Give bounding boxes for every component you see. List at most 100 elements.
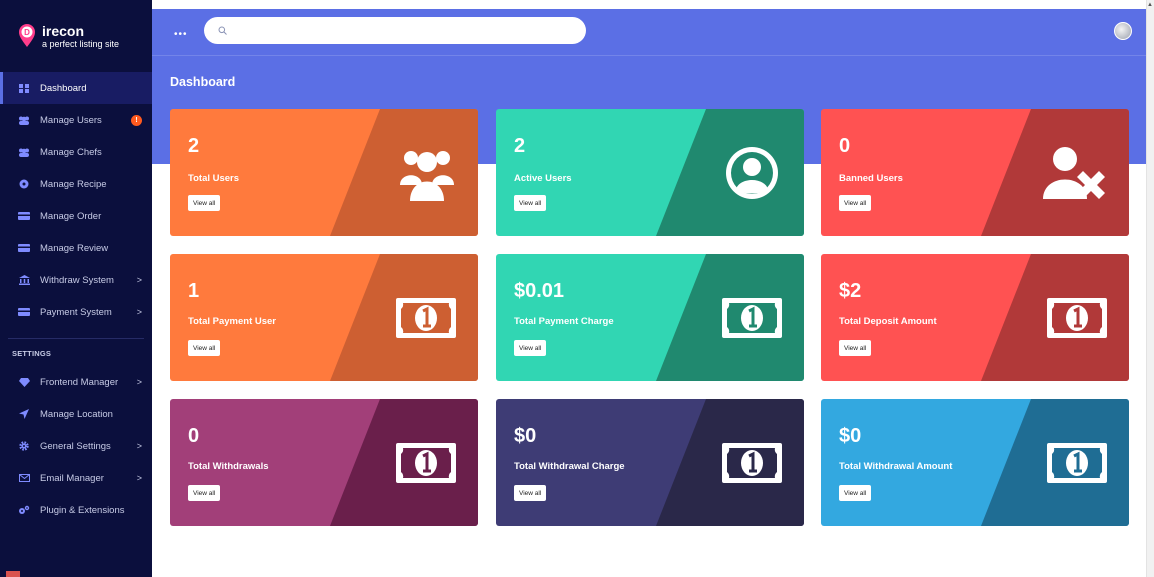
gear-icon [18,441,30,451]
card-label: Total Withdrawal Charge [514,461,625,472]
user-ban-icon [1043,145,1107,206]
card-icon [18,243,30,253]
card-value: 0 [839,135,851,157]
topbar: ••• [152,9,1146,56]
corner-tag [6,571,20,577]
stat-card-total-withdrawals: 0 Total Withdrawals View all [170,399,478,526]
brand-name: irecon [42,22,85,39]
money-bill-icon [1047,297,1107,343]
chevron-right-icon: > [136,441,142,451]
sidebar-item-label: Manage Chefs [40,146,102,158]
card-label: Total Withdrawal Amount [839,461,953,472]
users-group-icon [398,145,456,208]
stat-card-total-payment-charge: $0.01 Total Payment Charge View all [496,254,804,381]
card-value: 1 [188,280,200,302]
stat-card-total-payment-user: 1 Total Payment User View all [170,254,478,381]
sidebar-item-plugin-extensions[interactable]: Plugin & Extensions [0,494,152,526]
chevron-right-icon: > [136,377,142,387]
money-bill-icon [722,442,782,488]
settings-nav: Frontend Manager > Manage Location Gener… [0,366,152,526]
dashboard-icon [18,83,30,93]
card-value: 0 [188,425,200,447]
view-all-button[interactable]: View all [514,340,547,356]
money-bill-icon [722,297,782,343]
cogs-icon [18,505,30,515]
sidebar-item-manage-order[interactable]: Manage Order [0,200,152,232]
sidebar-item-label: Withdraw System [40,274,114,286]
logo[interactable]: D irecon a perfect listing site [0,0,152,72]
chevron-right-icon: > [136,307,142,317]
sidebar: D irecon a perfect listing site Dashboar… [0,0,152,577]
stat-card-active-users: 2 Active Users View all [496,109,804,236]
sidebar-item-general-settings[interactable]: General Settings > [0,430,152,462]
view-all-button[interactable]: View all [839,195,872,211]
card-value: $2 [839,280,862,302]
sidebar-item-manage-recipe[interactable]: Manage Recipe [0,168,152,200]
card-label: Total Payment Charge [514,316,614,327]
card-icon [18,211,30,221]
card-label: Total Withdrawals [188,461,269,472]
stat-card-banned-users: 0 Banned Users View all [821,109,1129,236]
scrollbar[interactable]: ▲ [1146,0,1154,577]
sidebar-item-frontend-manager[interactable]: Frontend Manager > [0,366,152,398]
sidebar-item-manage-chefs[interactable]: Manage Chefs [0,136,152,168]
settings-section-title: SETTINGS [12,349,52,358]
scroll-up-icon[interactable]: ▲ [1147,2,1153,8]
brand-tagline: a perfect listing site [42,38,120,49]
card-value: $0 [514,425,537,447]
money-bill-icon [396,442,456,488]
sidebar-item-dashboard[interactable]: Dashboard [0,72,152,104]
user-circle-icon [724,145,780,206]
sidebar-item-manage-users[interactable]: Manage Users ! [0,104,152,136]
sidebar-item-label: Dashboard [40,82,87,94]
sidebar-item-label: Manage Users [40,114,102,126]
users-icon [18,115,30,125]
chefs-icon [18,147,30,157]
dots-icon[interactable]: ••• [174,29,188,40]
view-all-button[interactable]: View all [188,340,221,356]
sidebar-item-label: Manage Review [40,242,109,254]
card-value: $0.01 [514,280,565,302]
view-all-button[interactable]: View all [188,195,221,211]
view-all-button[interactable]: View all [839,485,872,501]
view-all-button[interactable]: View all [839,340,872,356]
stat-card-total-withdrawal-amount: $0 Total Withdrawal Amount View all [821,399,1129,526]
sidebar-item-label: General Settings [40,440,111,452]
sidebar-item-label: Manage Recipe [40,178,107,190]
card-label: Total Payment User [188,316,276,327]
sidebar-item-payment-system[interactable]: Payment System > [0,296,152,328]
logo-pin-icon: D [18,24,36,48]
sidebar-item-withdraw-system[interactable]: Withdraw System > [0,264,152,296]
avatar[interactable] [1114,22,1132,40]
search-icon [218,26,227,35]
sidebar-item-manage-review[interactable]: Manage Review [0,232,152,264]
money-bill-icon [396,297,456,343]
card-value: $0 [839,425,862,447]
sidebar-item-email-manager[interactable]: Email Manager > [0,462,152,494]
stat-card-total-deposit-amount: $2 Total Deposit Amount View all [821,254,1129,381]
alert-badge: ! [131,114,142,126]
recipe-icon [18,179,30,189]
card-value: 2 [188,135,200,157]
card-label: Active Users [514,173,572,184]
view-all-button[interactable]: View all [188,485,221,501]
view-all-button[interactable]: View all [514,485,547,501]
money-bill-icon [1047,442,1107,488]
chevron-right-icon: > [136,473,142,483]
sidebar-item-label: Plugin & Extensions [40,504,125,516]
card-icon [18,307,30,317]
sidebar-item-label: Email Manager [40,472,104,484]
sidebar-item-label: Frontend Manager [40,376,119,388]
svg-text:D: D [24,28,30,37]
sidebar-item-label: Payment System [40,306,112,318]
search-input[interactable] [204,17,586,44]
card-value: 2 [514,135,526,157]
sidebar-item-label: Manage Order [40,210,102,222]
stat-card-total-withdrawal-charge: $0 Total Withdrawal Charge View all [496,399,804,526]
sidebar-item-label: Manage Location [40,408,113,420]
view-all-button[interactable]: View all [514,195,547,211]
location-arrow-icon [18,409,30,419]
sidebar-item-manage-location[interactable]: Manage Location [0,398,152,430]
stat-card-total-users: 2 Total Users View all [170,109,478,236]
chevron-right-icon: > [136,275,142,285]
